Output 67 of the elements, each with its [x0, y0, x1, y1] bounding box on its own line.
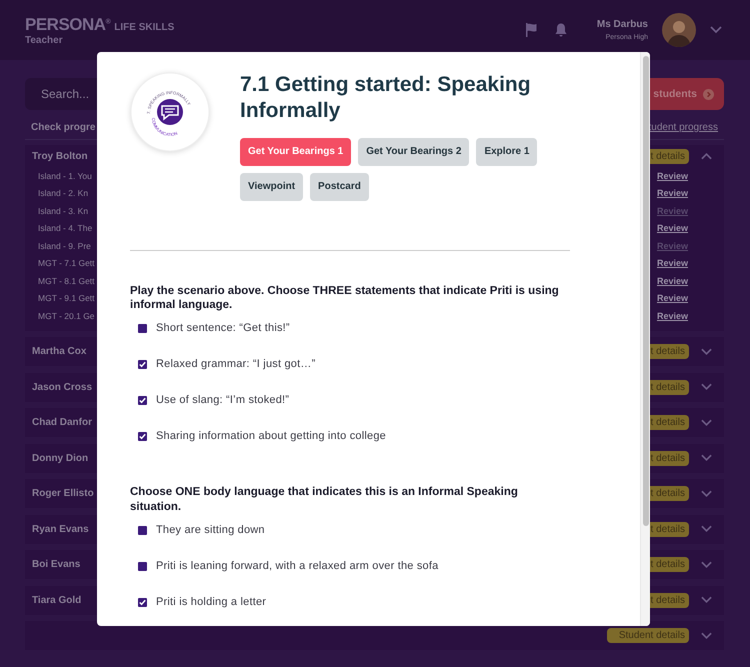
- option-label: Priti is leaning forward, with a relaxed arm over the sofa: [156, 560, 438, 572]
- option-label: Relaxed grammar: “I just got…”: [156, 358, 316, 370]
- chevron-down-icon[interactable]: [701, 525, 712, 533]
- review-link[interactable]: Review: [656, 310, 688, 321]
- review-link[interactable]: Review: [656, 276, 688, 286]
- chevron-down-icon[interactable]: [710, 26, 722, 34]
- avatar[interactable]: [662, 13, 696, 47]
- brand-logo: PERSONA$^{®}$: [25, 14, 110, 34]
- activity-tab[interactable]: Get Your Bearings 1: [240, 138, 352, 166]
- student-name: Donny Dion: [32, 452, 88, 464]
- option-label: Priti is holding a letter: [156, 596, 266, 608]
- activity-name: MGT - 9.1 Gett: [38, 293, 95, 304]
- student-name: Ryan Evans: [32, 524, 89, 534]
- checkbox[interactable]: [138, 360, 147, 369]
- chevron-down-icon[interactable]: [701, 348, 712, 356]
- student-name: Jason Cross: [32, 382, 92, 392]
- product-name: LIFE SKILLS: [114, 22, 174, 32]
- activity-name: Island - 2. Kn: [38, 188, 88, 198]
- checkbox[interactable]: [138, 526, 147, 535]
- bell-icon[interactable]: [552, 22, 569, 38]
- option-label: Sharing information about getting into college: [156, 430, 386, 442]
- checkbox[interactable]: [138, 324, 147, 333]
- activity-tab[interactable]: Viewpoint: [240, 172, 304, 200]
- student-name: Boi Evans: [32, 559, 80, 570]
- check-progress-label: Check progre: [31, 122, 96, 133]
- activity-name: Island - 4. The: [38, 223, 92, 234]
- arrow-right-icon: [703, 88, 714, 100]
- activity-name: MGT - 20.1 Ge: [38, 310, 95, 321]
- chevron-down-icon[interactable]: [701, 383, 712, 391]
- chevron-down-icon[interactable]: [701, 596, 712, 604]
- checkbox[interactable]: [138, 598, 147, 607]
- checkbox[interactable]: [138, 432, 147, 441]
- checkbox[interactable]: [138, 396, 147, 405]
- chevron-down-icon[interactable]: [701, 454, 712, 462]
- chevron-down-icon[interactable]: [701, 490, 712, 498]
- review-link[interactable]: Review: [656, 258, 688, 268]
- option-label: Short sentence: “Get this!”: [156, 322, 290, 334]
- activity-name: Island - 9. Pre: [38, 240, 91, 251]
- activity-tab[interactable]: Postcard: [310, 172, 369, 200]
- option-label: They are sitting down: [156, 524, 265, 536]
- chevron-down-icon[interactable]: [701, 560, 712, 568]
- activity-name: Island - 3. Kn: [38, 206, 88, 216]
- activity-title: 7.1 Getting started: Speaking Informally: [240, 72, 532, 124]
- question-prompt: Play the scenario above. Choose THREE statements that indicate Priti is using informal language.: [130, 284, 560, 314]
- activity-name: MGT - 7.1 Gett: [38, 258, 95, 268]
- student-name: Chad Danfor: [32, 417, 92, 428]
- question-prompt: Choose ONE body language that indicates this is an Informal Speaking situation.: [130, 485, 519, 516]
- user-name: Ms Darbus: [596, 19, 648, 30]
- activity-name: Island - 1. You: [38, 170, 92, 181]
- student-name: Roger Ellisto: [32, 488, 94, 499]
- review-link[interactable]: Review: [656, 170, 688, 181]
- student-name: Tiara Gold: [32, 594, 82, 606]
- activity-tab[interactable]: Explore 1: [476, 138, 538, 166]
- student-name: Martha Cox: [32, 346, 86, 357]
- activity-name: MGT - 8.1 Gett: [38, 276, 95, 286]
- role-label: Teacher: [25, 34, 64, 46]
- option-label: Use of slang: “I’m stoked!”: [156, 394, 290, 406]
- review-link[interactable]: Review: [656, 223, 688, 234]
- chevron-down-icon[interactable]: [701, 418, 712, 426]
- review-link[interactable]: Review: [656, 293, 688, 304]
- chevron-down-icon[interactable]: [701, 632, 712, 640]
- checkbox[interactable]: [138, 562, 147, 571]
- activity-tab[interactable]: Get Your Bearings 2: [358, 138, 470, 166]
- review-link[interactable]: Review: [656, 188, 688, 198]
- student-details-button[interactable]: Student details: [606, 628, 689, 643]
- chevron-up-icon[interactable]: [701, 152, 712, 160]
- student-name: Troy Bolton: [32, 150, 88, 162]
